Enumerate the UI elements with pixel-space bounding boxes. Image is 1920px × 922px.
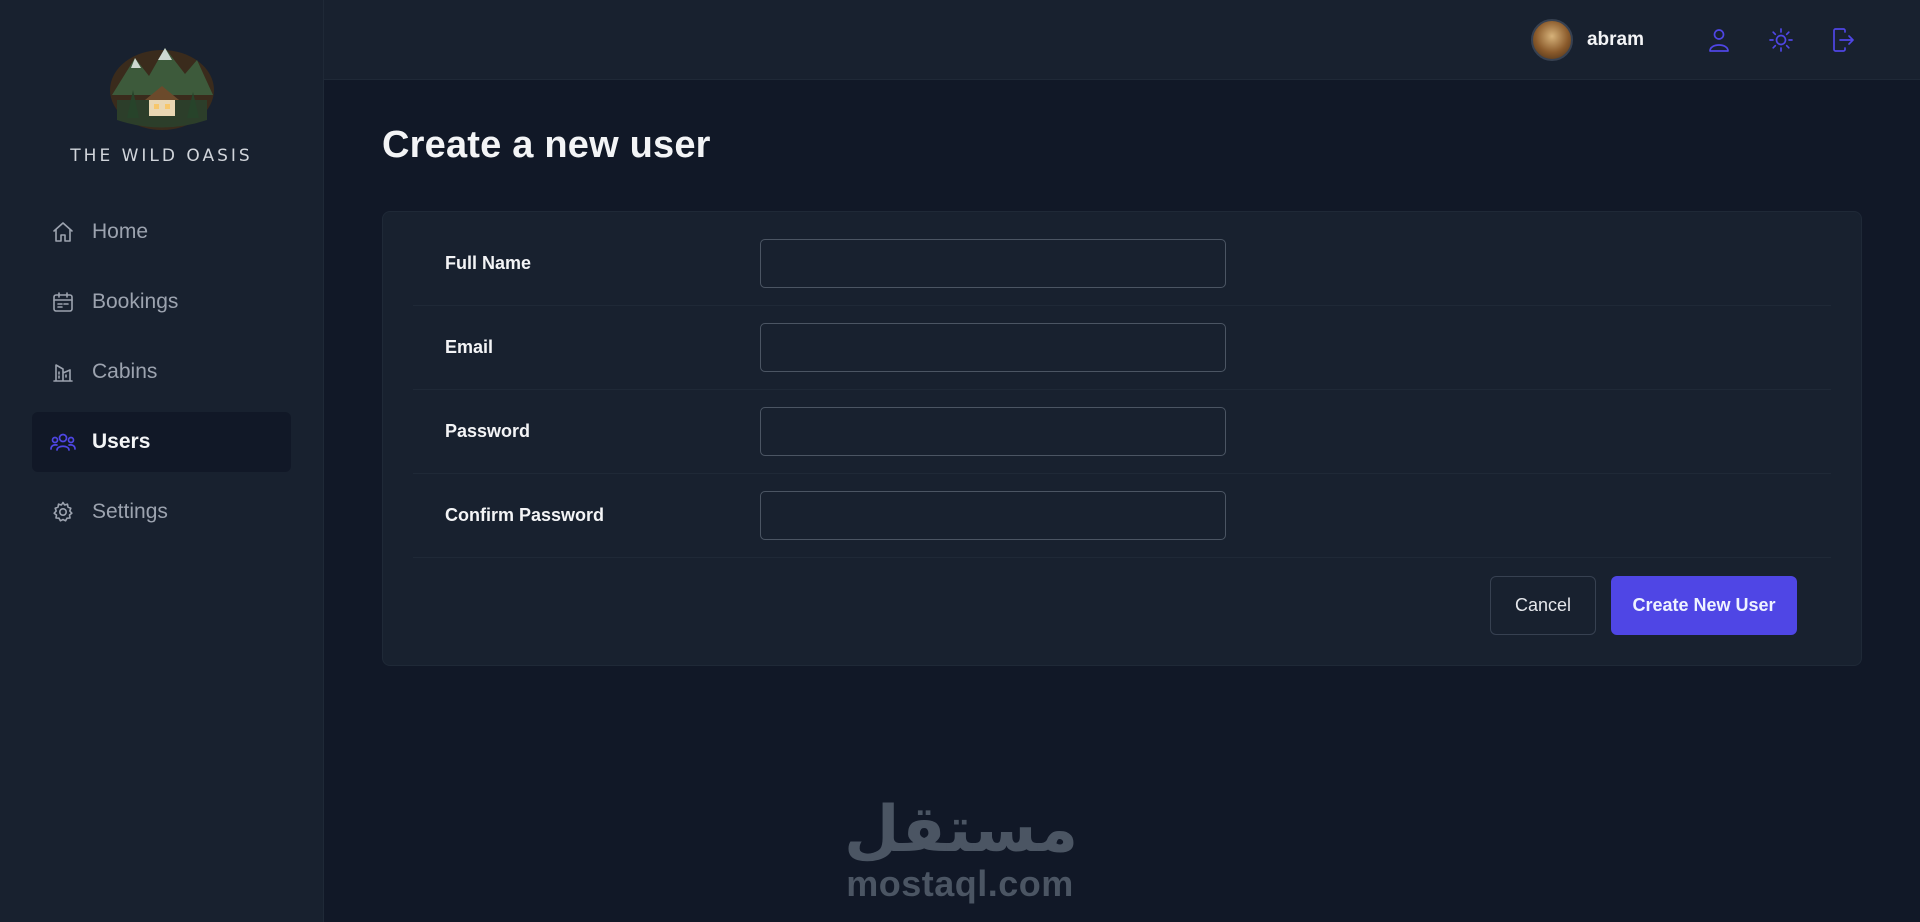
main-area: abram Create a new user Full Name Email …: [324, 0, 1920, 922]
sidebar-item-label: Bookings: [92, 290, 179, 313]
form-row-confirm-password: Confirm Password: [413, 474, 1831, 558]
sidebar-item-label: Cabins: [92, 360, 158, 383]
sidebar-item-home[interactable]: Home: [32, 202, 291, 262]
sidebar-nav: Home Bookings Cabins Users Settings: [32, 202, 291, 542]
building-icon: [50, 359, 76, 385]
username: abram: [1586, 28, 1644, 50]
account-button[interactable]: [1702, 23, 1736, 57]
logo-image: [109, 48, 214, 130]
theme-toggle-button[interactable]: [1764, 23, 1798, 57]
sidebar-item-bookings[interactable]: Bookings: [32, 272, 291, 332]
cancel-button[interactable]: Cancel: [1490, 576, 1596, 635]
logout-icon: [1833, 27, 1854, 52]
sidebar-item-label: Users: [92, 430, 151, 453]
user-icon: [1709, 28, 1729, 52]
sidebar-item-users[interactable]: Users: [32, 412, 291, 472]
page-content: Create a new user Full Name Email Passwo…: [324, 80, 1920, 710]
confirm-password-label: Confirm Password: [445, 505, 605, 525]
confirm-password-input[interactable]: [760, 491, 1226, 540]
sidebar-item-label: Settings: [92, 500, 168, 523]
gear-icon: [50, 499, 76, 525]
watermark: مستقل mostaql.com: [844, 793, 1079, 904]
users-icon: [50, 429, 76, 455]
form-row-email: Email: [413, 306, 1831, 390]
calendar-icon: [50, 289, 76, 315]
logout-button[interactable]: [1826, 23, 1860, 57]
avatar: [1530, 18, 1573, 61]
sidebar-item-settings[interactable]: Settings: [32, 482, 291, 542]
form-row-password: Password: [413, 390, 1831, 474]
full-name-input[interactable]: [760, 239, 1226, 288]
form-row-full-name: Full Name: [413, 222, 1831, 306]
create-user-button[interactable]: Create New User: [1611, 576, 1797, 635]
email-input[interactable]: [760, 323, 1226, 372]
sidebar-item-label: Home: [92, 220, 149, 243]
create-user-form: Full Name Email Password Confirm Passwor…: [382, 211, 1862, 666]
form-actions: Cancel Create New User: [413, 558, 1831, 635]
watermark-arabic: مستقل: [844, 793, 1079, 867]
top-header: abram: [324, 0, 1920, 80]
full-name-label: Full Name: [445, 253, 532, 273]
page-title: Create a new user: [382, 124, 711, 166]
user-chip[interactable]: abram: [1530, 18, 1644, 61]
logo[interactable]: THE WILD OASIS: [32, 40, 291, 166]
app-root: THE WILD OASIS Home Bookings Cabins User…: [0, 0, 1920, 922]
sidebar-item-cabins[interactable]: Cabins: [32, 342, 291, 402]
email-label: Email: [445, 337, 494, 357]
home-icon: [50, 219, 76, 245]
password-label: Password: [445, 421, 531, 441]
watermark-latin: mostaql.com: [846, 863, 1074, 904]
password-input[interactable]: [760, 407, 1226, 456]
brand-name: THE WILD OASIS: [70, 146, 253, 166]
sidebar: THE WILD OASIS Home Bookings Cabins User…: [0, 0, 324, 922]
sun-icon: [1769, 27, 1793, 52]
